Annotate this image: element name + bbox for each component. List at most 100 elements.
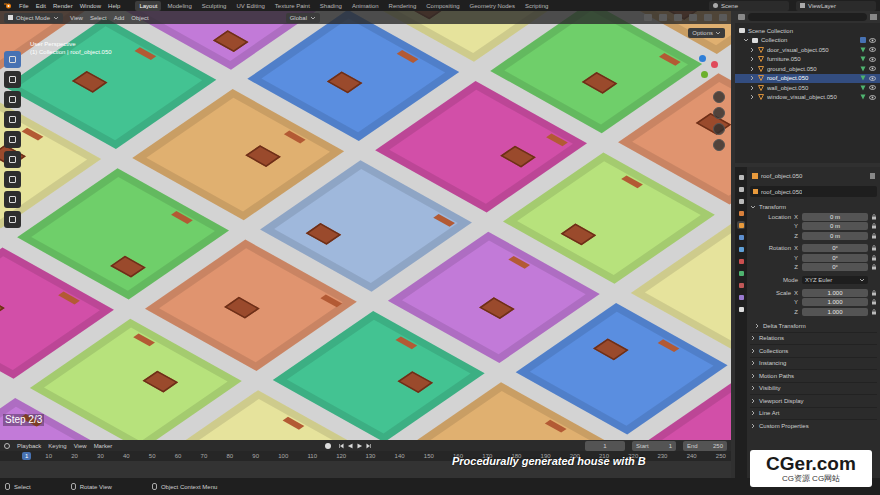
record-icon[interactable] [325,443,331,449]
tool-button[interactable] [4,171,21,188]
tool-button[interactable] [4,111,21,128]
eye-icon[interactable] [869,95,876,100]
timeline-menu[interactable]: Keying [48,443,66,449]
timeline-menu[interactable]: Marker [94,443,113,449]
panel-header[interactable]: Instancing [750,357,877,370]
chevron-icon[interactable] [53,15,59,21]
chevron-icon[interactable] [750,398,756,404]
lock-icon[interactable] [871,223,877,229]
properties-tab-icon[interactable] [737,233,745,241]
panel-header[interactable]: Viewport Display [750,394,877,407]
outliner-row[interactable]: wall_object.050 [735,83,880,93]
chevron-icon[interactable] [750,335,756,341]
z-axis-icon[interactable] [699,55,706,62]
menu-item[interactable]: Window [80,3,101,9]
mode-dropdown[interactable]: Object Mode [4,13,63,23]
chevron-icon[interactable] [750,204,756,210]
playback-icon[interactable] [338,443,345,449]
property-field[interactable]: 0 m [802,222,868,230]
orientation-dropdown[interactable]: Global [286,13,320,23]
eye-icon[interactable] [869,76,876,81]
menu-item[interactable]: Help [108,3,120,9]
nav-button[interactable] [713,91,725,103]
lock-icon[interactable] [871,233,877,239]
outliner-row[interactable]: furniture.050 [735,55,880,65]
properties-tab-icon[interactable] [737,305,745,313]
properties-tab-icon[interactable] [737,281,745,289]
chevron-icon[interactable] [750,360,756,366]
workspace-tab[interactable]: UV Editing [232,1,268,11]
tool-button[interactable] [4,91,21,108]
panel-subheader[interactable]: Delta Transform [750,320,877,332]
exclude-checkbox[interactable] [860,37,866,43]
property-field[interactable]: 0 m [802,213,868,221]
panel-header[interactable]: Line Art [750,407,877,420]
workspace-tab[interactable]: Scripting [521,1,552,11]
workspace-tab[interactable]: Compositing [422,1,463,11]
eye-icon[interactable] [869,47,876,52]
navigation-gizmo[interactable] [697,51,723,83]
lock-icon[interactable] [871,290,877,296]
nav-button[interactable] [713,123,725,135]
frame-field[interactable]: 1 [585,441,625,451]
chevron-icon[interactable] [715,30,721,36]
workspace-tab[interactable]: Shading [316,1,346,11]
chevron-icon[interactable] [749,85,755,91]
tool-button[interactable] [4,71,21,88]
header-tool-icon[interactable] [704,14,712,21]
chevron-icon[interactable] [749,66,755,72]
3d-viewport[interactable]: Object ModeViewSelectAddObjectGlobalUser… [0,11,731,440]
lock-icon[interactable] [871,299,877,305]
display-mode-icon[interactable] [738,14,745,20]
chevron-icon[interactable] [754,323,760,329]
playback-icon[interactable] [365,443,372,449]
lock-icon[interactable] [871,264,877,270]
properties-tab-icon[interactable] [737,257,745,265]
playback-icon[interactable] [356,443,363,449]
viewport-menu[interactable]: View [70,15,83,21]
viewport-menu[interactable]: Add [114,15,125,21]
properties-tab-icon[interactable] [737,185,745,193]
header-tool-icon[interactable] [674,14,682,21]
properties-tab-icon[interactable] [737,197,745,205]
tool-button[interactable] [4,51,21,68]
outliner-row[interactable]: ground_object.050 [735,64,880,74]
chevron-icon[interactable] [750,373,756,379]
nav-button[interactable] [713,107,725,119]
panel-header[interactable]: Relations [750,332,877,345]
eye-icon[interactable] [869,57,876,62]
header-tool-icon[interactable] [719,14,727,21]
object-name-field[interactable]: roof_object.050 [750,186,877,197]
property-field[interactable]: 1.000 [802,308,868,316]
playback-icon[interactable] [347,443,354,449]
eye-icon[interactable] [869,38,876,43]
header-tool-icon[interactable] [659,14,667,21]
property-field[interactable]: 1.000 [802,298,868,306]
workspace-tab[interactable]: Layout [135,1,161,11]
property-field[interactable]: 0° [802,244,868,252]
chevron-icon[interactable] [749,47,755,53]
properties-tab-icon[interactable] [737,209,745,217]
chevron-icon[interactable] [750,423,756,429]
options-button[interactable]: Options [688,28,725,38]
chevron-icon[interactable] [750,385,756,391]
chevron-icon[interactable] [750,348,756,354]
chevron-icon[interactable] [750,410,756,416]
workspace-tab[interactable]: Modeling [163,1,195,11]
tool-button[interactable] [4,211,21,228]
outliner-row[interactable]: Collection [735,36,880,46]
clock-icon[interactable] [4,443,10,449]
panel-header[interactable]: Motion Paths [750,369,877,382]
eye-icon[interactable] [869,66,876,71]
tool-button[interactable] [4,131,21,148]
chevron-icon[interactable] [859,277,865,283]
outliner-row[interactable]: window_visual_object.050 [735,93,880,103]
menu-item[interactable]: File [19,3,29,9]
panel-header[interactable]: Custom Properties [750,419,877,432]
outliner-row[interactable]: Scene Collection [735,26,880,36]
blender-logo-icon[interactable] [4,2,12,9]
viewport-menu[interactable]: Object [131,15,148,21]
lock-icon[interactable] [871,255,877,261]
timeline-menu[interactable]: View [74,443,87,449]
viewport-menu[interactable]: Select [90,15,107,21]
